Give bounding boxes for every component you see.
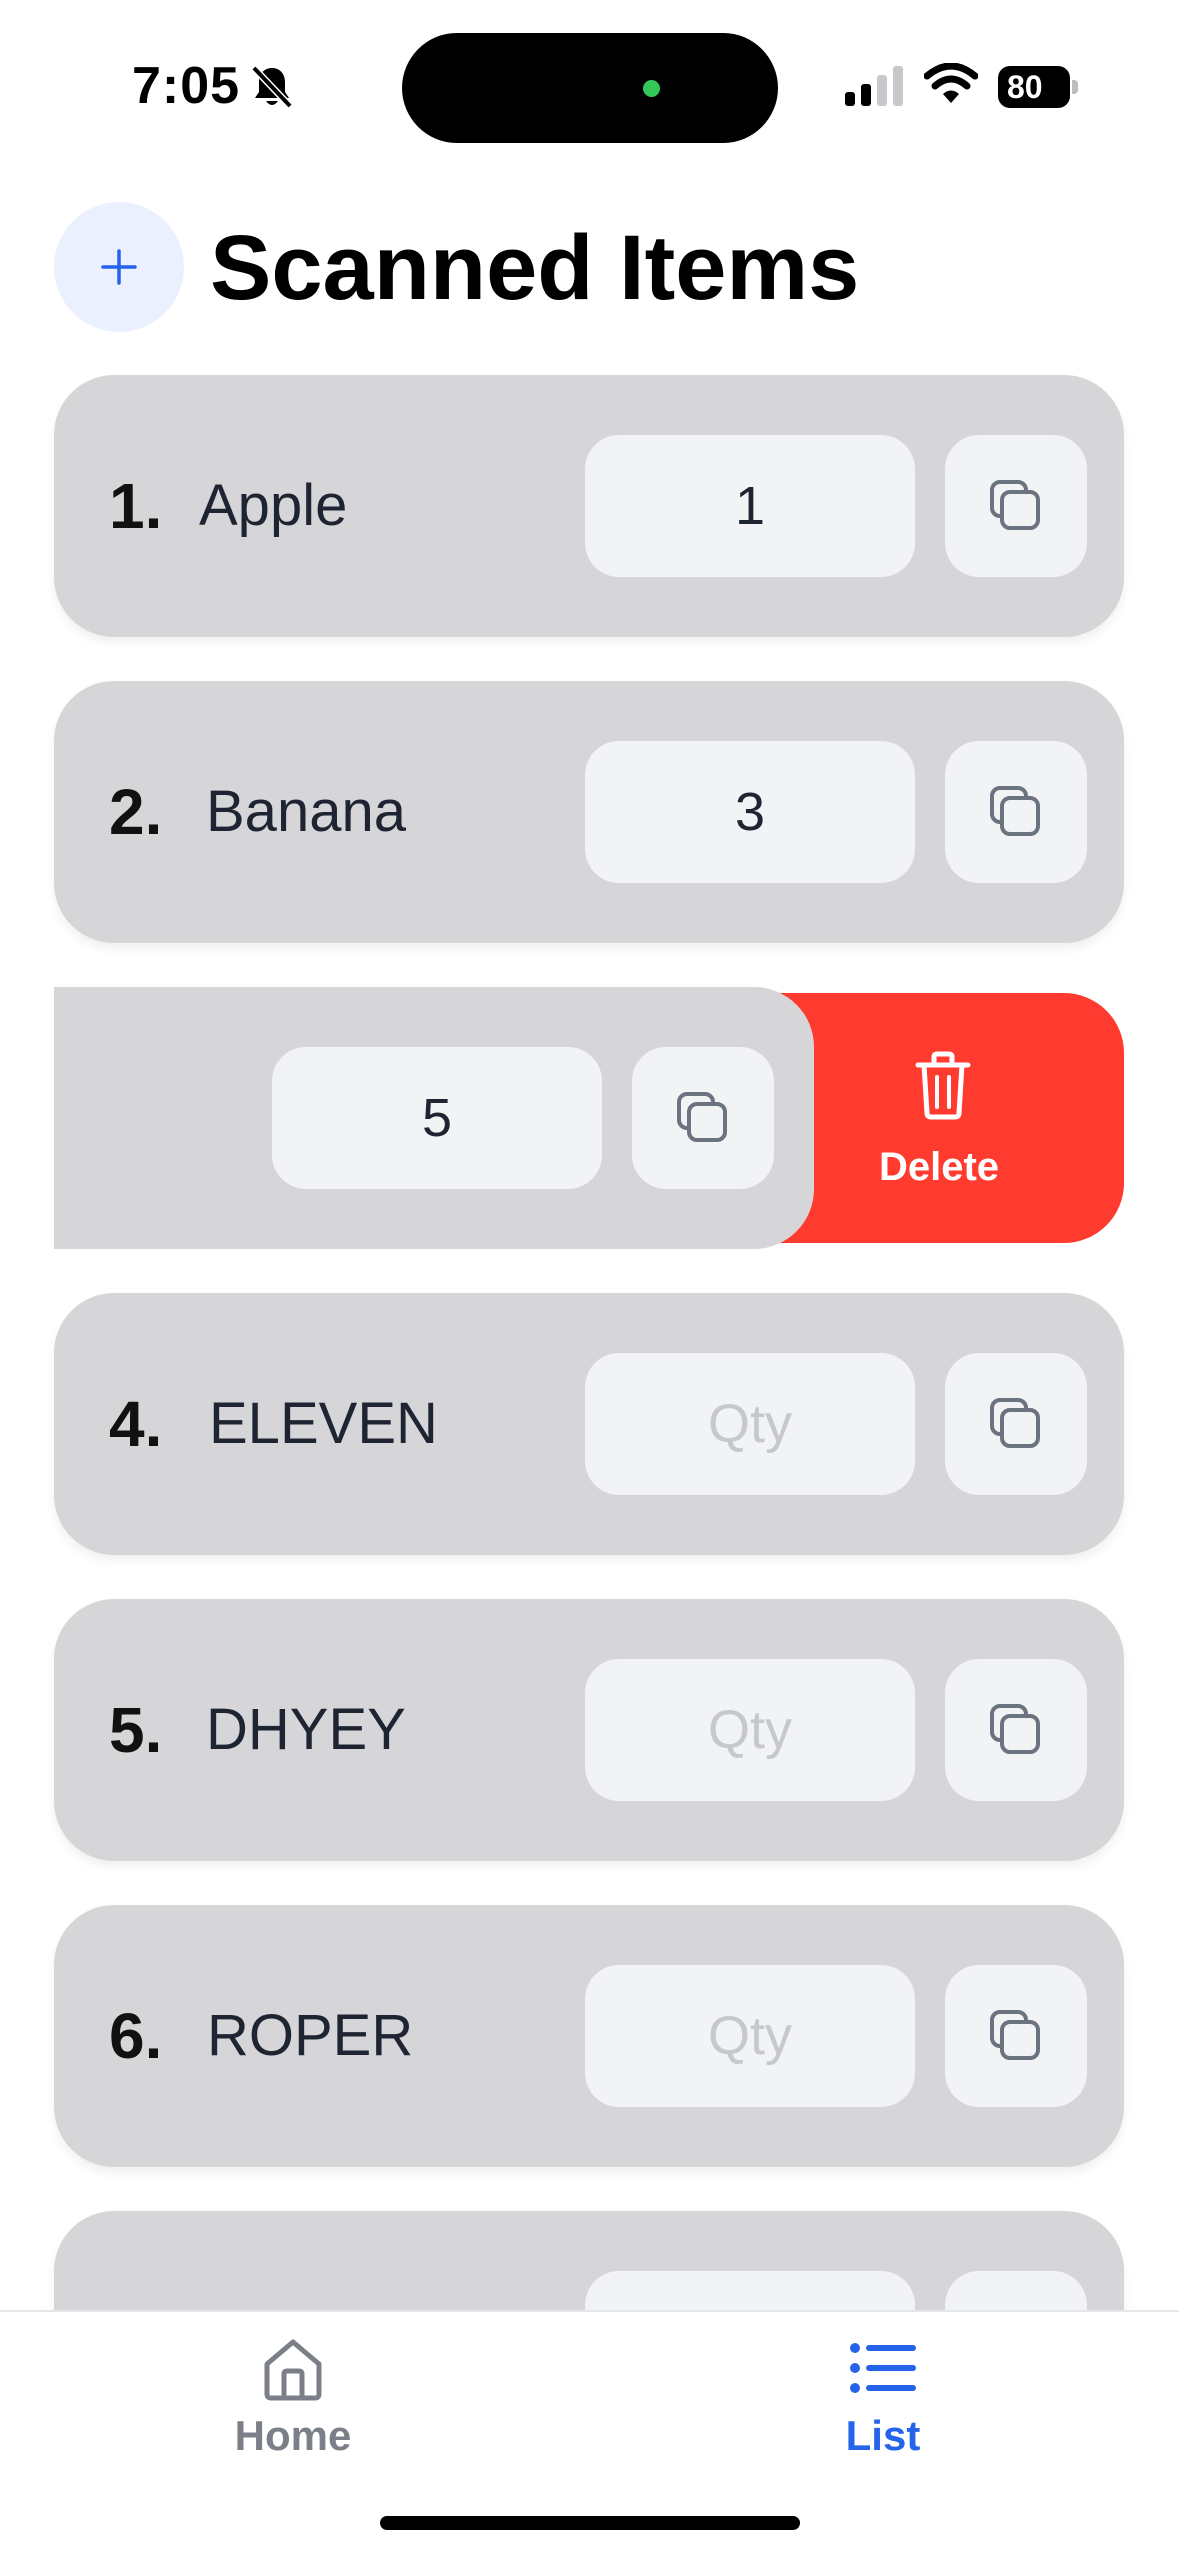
home-icon <box>264 2339 322 2401</box>
item-number: 5. <box>109 1694 163 1766</box>
item-card[interactable] <box>54 987 814 1249</box>
copy-icon <box>677 1092 727 1142</box>
quantity-input[interactable] <box>585 1965 915 2107</box>
quantity-input[interactable] <box>585 741 915 883</box>
add-item-button[interactable] <box>54 202 184 332</box>
bell-muted-icon <box>251 65 293 109</box>
copy-icon <box>990 1704 1040 1754</box>
quantity-input[interactable] <box>585 1353 915 1495</box>
copy-icon <box>990 480 1040 530</box>
dynamic-island <box>402 33 778 143</box>
duplicate-button[interactable] <box>945 1659 1087 1801</box>
item-name: ROPER <box>207 2003 414 2068</box>
page-title: Scanned Items <box>210 217 860 319</box>
status-bar: 7:05 80 <box>0 0 1179 180</box>
duplicate-button[interactable] <box>632 1047 774 1189</box>
scanned-items-list[interactable]: 1. Apple 2. Banana Delete <box>0 375 1179 2310</box>
tab-list-label: List <box>845 2412 921 2459</box>
battery-indicator: 80 <box>998 66 1078 108</box>
list-item[interactable]: 5. DHYEY <box>54 1599 1124 1861</box>
duplicate-button[interactable] <box>945 2271 1087 2310</box>
list-icon <box>850 2343 916 2393</box>
item-number: 4. <box>109 1388 163 1460</box>
item-name: Banana <box>206 779 406 844</box>
quantity-input[interactable] <box>585 2271 915 2310</box>
battery-level: 80 <box>998 66 1070 108</box>
plus-icon <box>101 249 137 285</box>
tab-list[interactable]: List <box>733 2312 1033 2482</box>
status-time: 7:05 <box>132 57 241 115</box>
wifi-icon <box>924 63 978 103</box>
list-item[interactable]: 4. ELEVEN <box>54 1293 1124 1555</box>
camera-indicator <box>643 80 660 97</box>
cellular-signal-icon <box>845 66 903 106</box>
quantity-input[interactable] <box>585 1659 915 1801</box>
quantity-input[interactable] <box>272 1047 602 1189</box>
item-number: 1. <box>109 470 163 542</box>
tab-home[interactable]: Home <box>143 2312 443 2482</box>
item-number: 6. <box>109 2000 163 2072</box>
item-number: 2. <box>109 776 163 848</box>
item-name: Apple <box>199 473 348 538</box>
item-name: ELEVEN <box>209 1391 438 1456</box>
duplicate-button[interactable] <box>945 1353 1087 1495</box>
list-item[interactable]: 6. ROPER <box>54 1905 1124 2167</box>
duplicate-button[interactable] <box>945 741 1087 883</box>
tab-home-label: Home <box>234 2412 352 2459</box>
copy-icon <box>990 786 1040 836</box>
list-item-swiped[interactable]: Delete <box>54 987 1124 1249</box>
copy-icon <box>990 2010 1040 2060</box>
list-item[interactable] <box>54 2211 1124 2310</box>
duplicate-button[interactable] <box>945 1965 1087 2107</box>
quantity-input[interactable] <box>585 435 915 577</box>
duplicate-button[interactable] <box>945 435 1087 577</box>
list-item[interactable]: 2. Banana <box>54 681 1124 943</box>
trash-icon <box>915 1051 971 1120</box>
home-indicator <box>380 2516 800 2530</box>
list-item[interactable]: 1. Apple <box>54 375 1124 637</box>
copy-icon <box>990 1398 1040 1448</box>
item-name: DHYEY <box>206 1697 406 1762</box>
